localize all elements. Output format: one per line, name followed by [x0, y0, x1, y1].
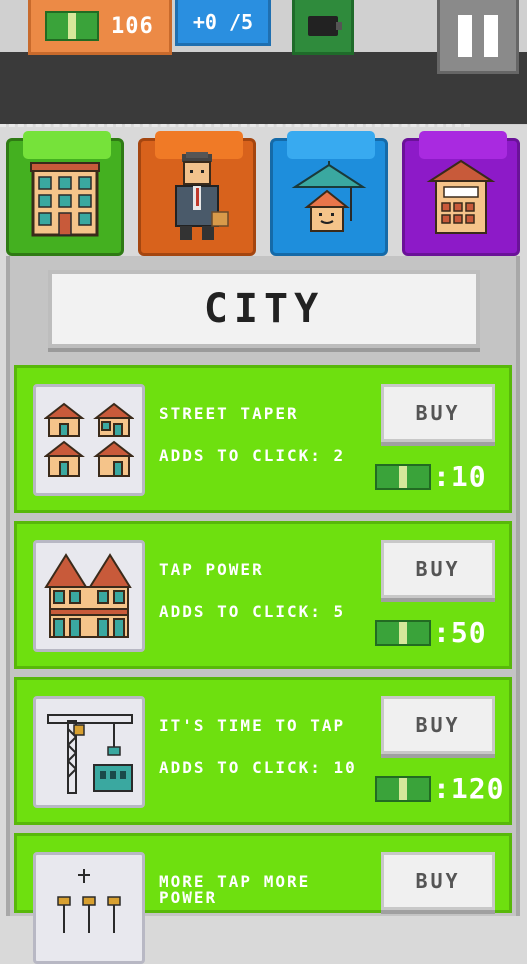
tab-knob: [419, 131, 507, 159]
bank-building-icon: [426, 159, 496, 234]
houses-icon: [44, 402, 134, 477]
upgrade-name: IT'S TIME TO TAP: [159, 716, 346, 735]
crane-icon: [47, 714, 133, 794]
pause-icon-bar: [484, 14, 498, 57]
section-title-box: CITY: [48, 270, 480, 348]
buy-button[interactable]: BUY: [381, 384, 495, 442]
upgrade-description: ADDS TO CLICK: 5: [159, 602, 346, 621]
cash-icon: [375, 463, 431, 490]
upgrade-name: STREET TAPER: [159, 404, 299, 423]
upgrade-thumbnail: [33, 540, 145, 652]
tab-knob: [23, 131, 111, 159]
price-value: :50: [433, 616, 487, 649]
cash-icon: [375, 775, 431, 802]
money-counter: 106: [28, 0, 172, 55]
upgrade-name: TAP POWER: [159, 560, 264, 579]
businessman-icon: [175, 152, 229, 240]
price-value: :10: [433, 460, 487, 493]
tab-knob: [287, 131, 375, 159]
upgrade-card: IT'S TIME TO TAP ADDS TO CLICK: 10 BUY :…: [14, 677, 512, 825]
buy-button[interactable]: BUY: [381, 852, 495, 910]
top-bar: 106 +0 /5: [0, 0, 527, 162]
upgrade-card: MORE TAP MORE POWER BUY: [14, 833, 512, 964]
pause-button[interactable]: [437, 0, 519, 74]
upgrade-thumbnail: [33, 696, 145, 808]
section-title: CITY: [203, 286, 325, 332]
money-value: 106: [111, 13, 154, 39]
income-rate-value: +0 /5: [192, 9, 254, 34]
wallet-button[interactable]: [292, 0, 354, 55]
upgrade-name: MORE TAP MORE POWER: [159, 872, 311, 907]
category-tabs: [6, 128, 526, 260]
power-lines-icon: [57, 869, 121, 933]
upgrade-card: STREET TAPER ADDS TO CLICK: 2 BUY :10: [14, 365, 512, 513]
upgrade-price: :50: [375, 616, 487, 649]
townhouses-icon: [44, 553, 132, 638]
tab-bank[interactable]: [402, 131, 520, 256]
wallet-icon: [308, 16, 342, 36]
price-value: :120: [433, 772, 505, 805]
cash-icon: [375, 619, 431, 646]
upgrade-thumbnail: [33, 852, 145, 964]
upgrade-description: ADDS TO CLICK: 10: [159, 758, 357, 777]
cash-icon: [45, 11, 99, 41]
umbrella-house-icon: [291, 161, 367, 232]
upgrade-description: ADDS TO CLICK: 2: [159, 446, 346, 465]
building-icon: [30, 162, 100, 237]
buy-button[interactable]: BUY: [381, 696, 495, 754]
buy-button[interactable]: BUY: [381, 540, 495, 598]
road-lane-line: [0, 124, 470, 127]
tab-staff[interactable]: [138, 131, 256, 256]
upgrade-price: :120: [375, 772, 504, 805]
upgrade-card: TAP POWER ADDS TO CLICK: 5 BUY :50: [14, 521, 512, 669]
upgrade-thumbnail: [33, 384, 145, 496]
upgrade-price: :10: [375, 460, 487, 493]
pause-icon: [458, 14, 472, 57]
tab-resort[interactable]: [270, 131, 388, 256]
tab-city[interactable]: [6, 131, 124, 256]
income-rate: +0 /5: [175, 0, 271, 46]
